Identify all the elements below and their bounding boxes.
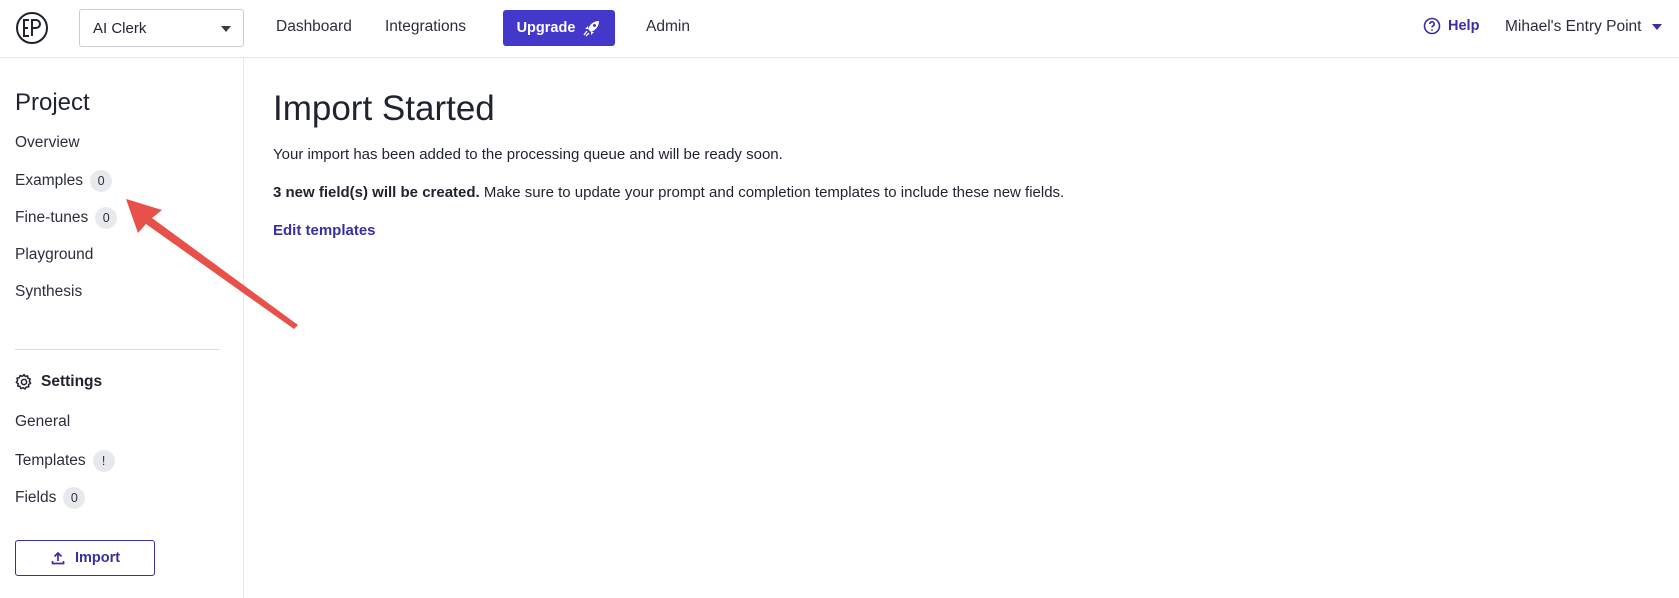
sidebar-title: Project: [15, 89, 90, 116]
fields-message: 3 new field(s) will be created. Make sur…: [273, 184, 1064, 201]
sidebar: Project Overview Examples 0 Fine-tunes 0…: [0, 58, 244, 598]
sidebar-item-label: Fields: [15, 489, 57, 506]
sidebar-item-examples[interactable]: Examples 0: [15, 170, 113, 192]
sidebar-item-label: Synthesis: [15, 283, 83, 300]
entry-point-logo-icon[interactable]: [15, 11, 49, 45]
sidebar-item-templates[interactable]: Templates !: [15, 450, 115, 472]
settings-label: Settings: [41, 373, 103, 390]
sidebar-item-label: Playground: [15, 246, 94, 263]
count-badge: 0: [95, 207, 118, 229]
sidebar-item-overview[interactable]: Overview: [15, 134, 80, 152]
gear-icon: [15, 373, 32, 390]
project-select-value: AI Clerk: [93, 19, 147, 37]
import-button[interactable]: Import: [15, 540, 155, 576]
nav-dashboard[interactable]: Dashboard: [276, 18, 352, 36]
user-menu-label: Mihael's Entry Point: [1505, 18, 1642, 35]
warning-badge: !: [92, 450, 115, 472]
top-navigation-bar: AI Clerk Dashboard Integrations Upgrade …: [0, 0, 1679, 58]
count-badge: 0: [63, 487, 86, 509]
rocket-icon: [583, 21, 600, 37]
count-badge: 0: [90, 170, 113, 192]
chevron-down-icon: [1651, 24, 1662, 30]
chevron-down-icon: [221, 26, 231, 32]
red-arrow-icon: [126, 199, 298, 329]
help-label: Help: [1448, 18, 1480, 34]
settings-heading: Settings: [15, 373, 102, 391]
sidebar-item-label: Fine-tunes: [15, 209, 89, 226]
sidebar-divider: [15, 349, 220, 350]
upgrade-label: Upgrade: [516, 20, 576, 36]
user-menu[interactable]: Mihael's Entry Point: [1505, 18, 1662, 36]
sidebar-item-fine-tunes[interactable]: Fine-tunes 0: [15, 207, 118, 229]
sidebar-item-label: Overview: [15, 134, 80, 151]
import-label: Import: [74, 550, 121, 566]
sidebar-item-label: Examples: [15, 172, 84, 189]
sidebar-item-fields[interactable]: Fields 0: [15, 487, 86, 509]
help-circle-icon: [1423, 17, 1441, 35]
nav-integrations[interactable]: Integrations: [385, 18, 466, 36]
fields-message-bold: 3 new field(s) will be created.: [273, 184, 480, 201]
sidebar-item-playground[interactable]: Playground: [15, 246, 93, 264]
page-title: Import Started: [273, 89, 495, 128]
sidebar-item-label: General: [15, 413, 71, 430]
help-link[interactable]: Help: [1423, 17, 1479, 35]
fields-message-rest: Make sure to update your prompt and comp…: [479, 184, 1065, 201]
edit-templates-link[interactable]: Edit templates: [273, 222, 376, 239]
upgrade-button[interactable]: Upgrade: [503, 10, 615, 46]
sidebar-item-general[interactable]: General: [15, 413, 70, 431]
sidebar-item-synthesis[interactable]: Synthesis: [15, 283, 82, 301]
nav-admin[interactable]: Admin: [646, 18, 690, 36]
sidebar-item-label: Templates: [15, 452, 86, 469]
upload-icon: [51, 551, 65, 565]
project-select[interactable]: AI Clerk: [79, 9, 244, 47]
import-message: Your import has been added to the proces…: [273, 146, 783, 163]
